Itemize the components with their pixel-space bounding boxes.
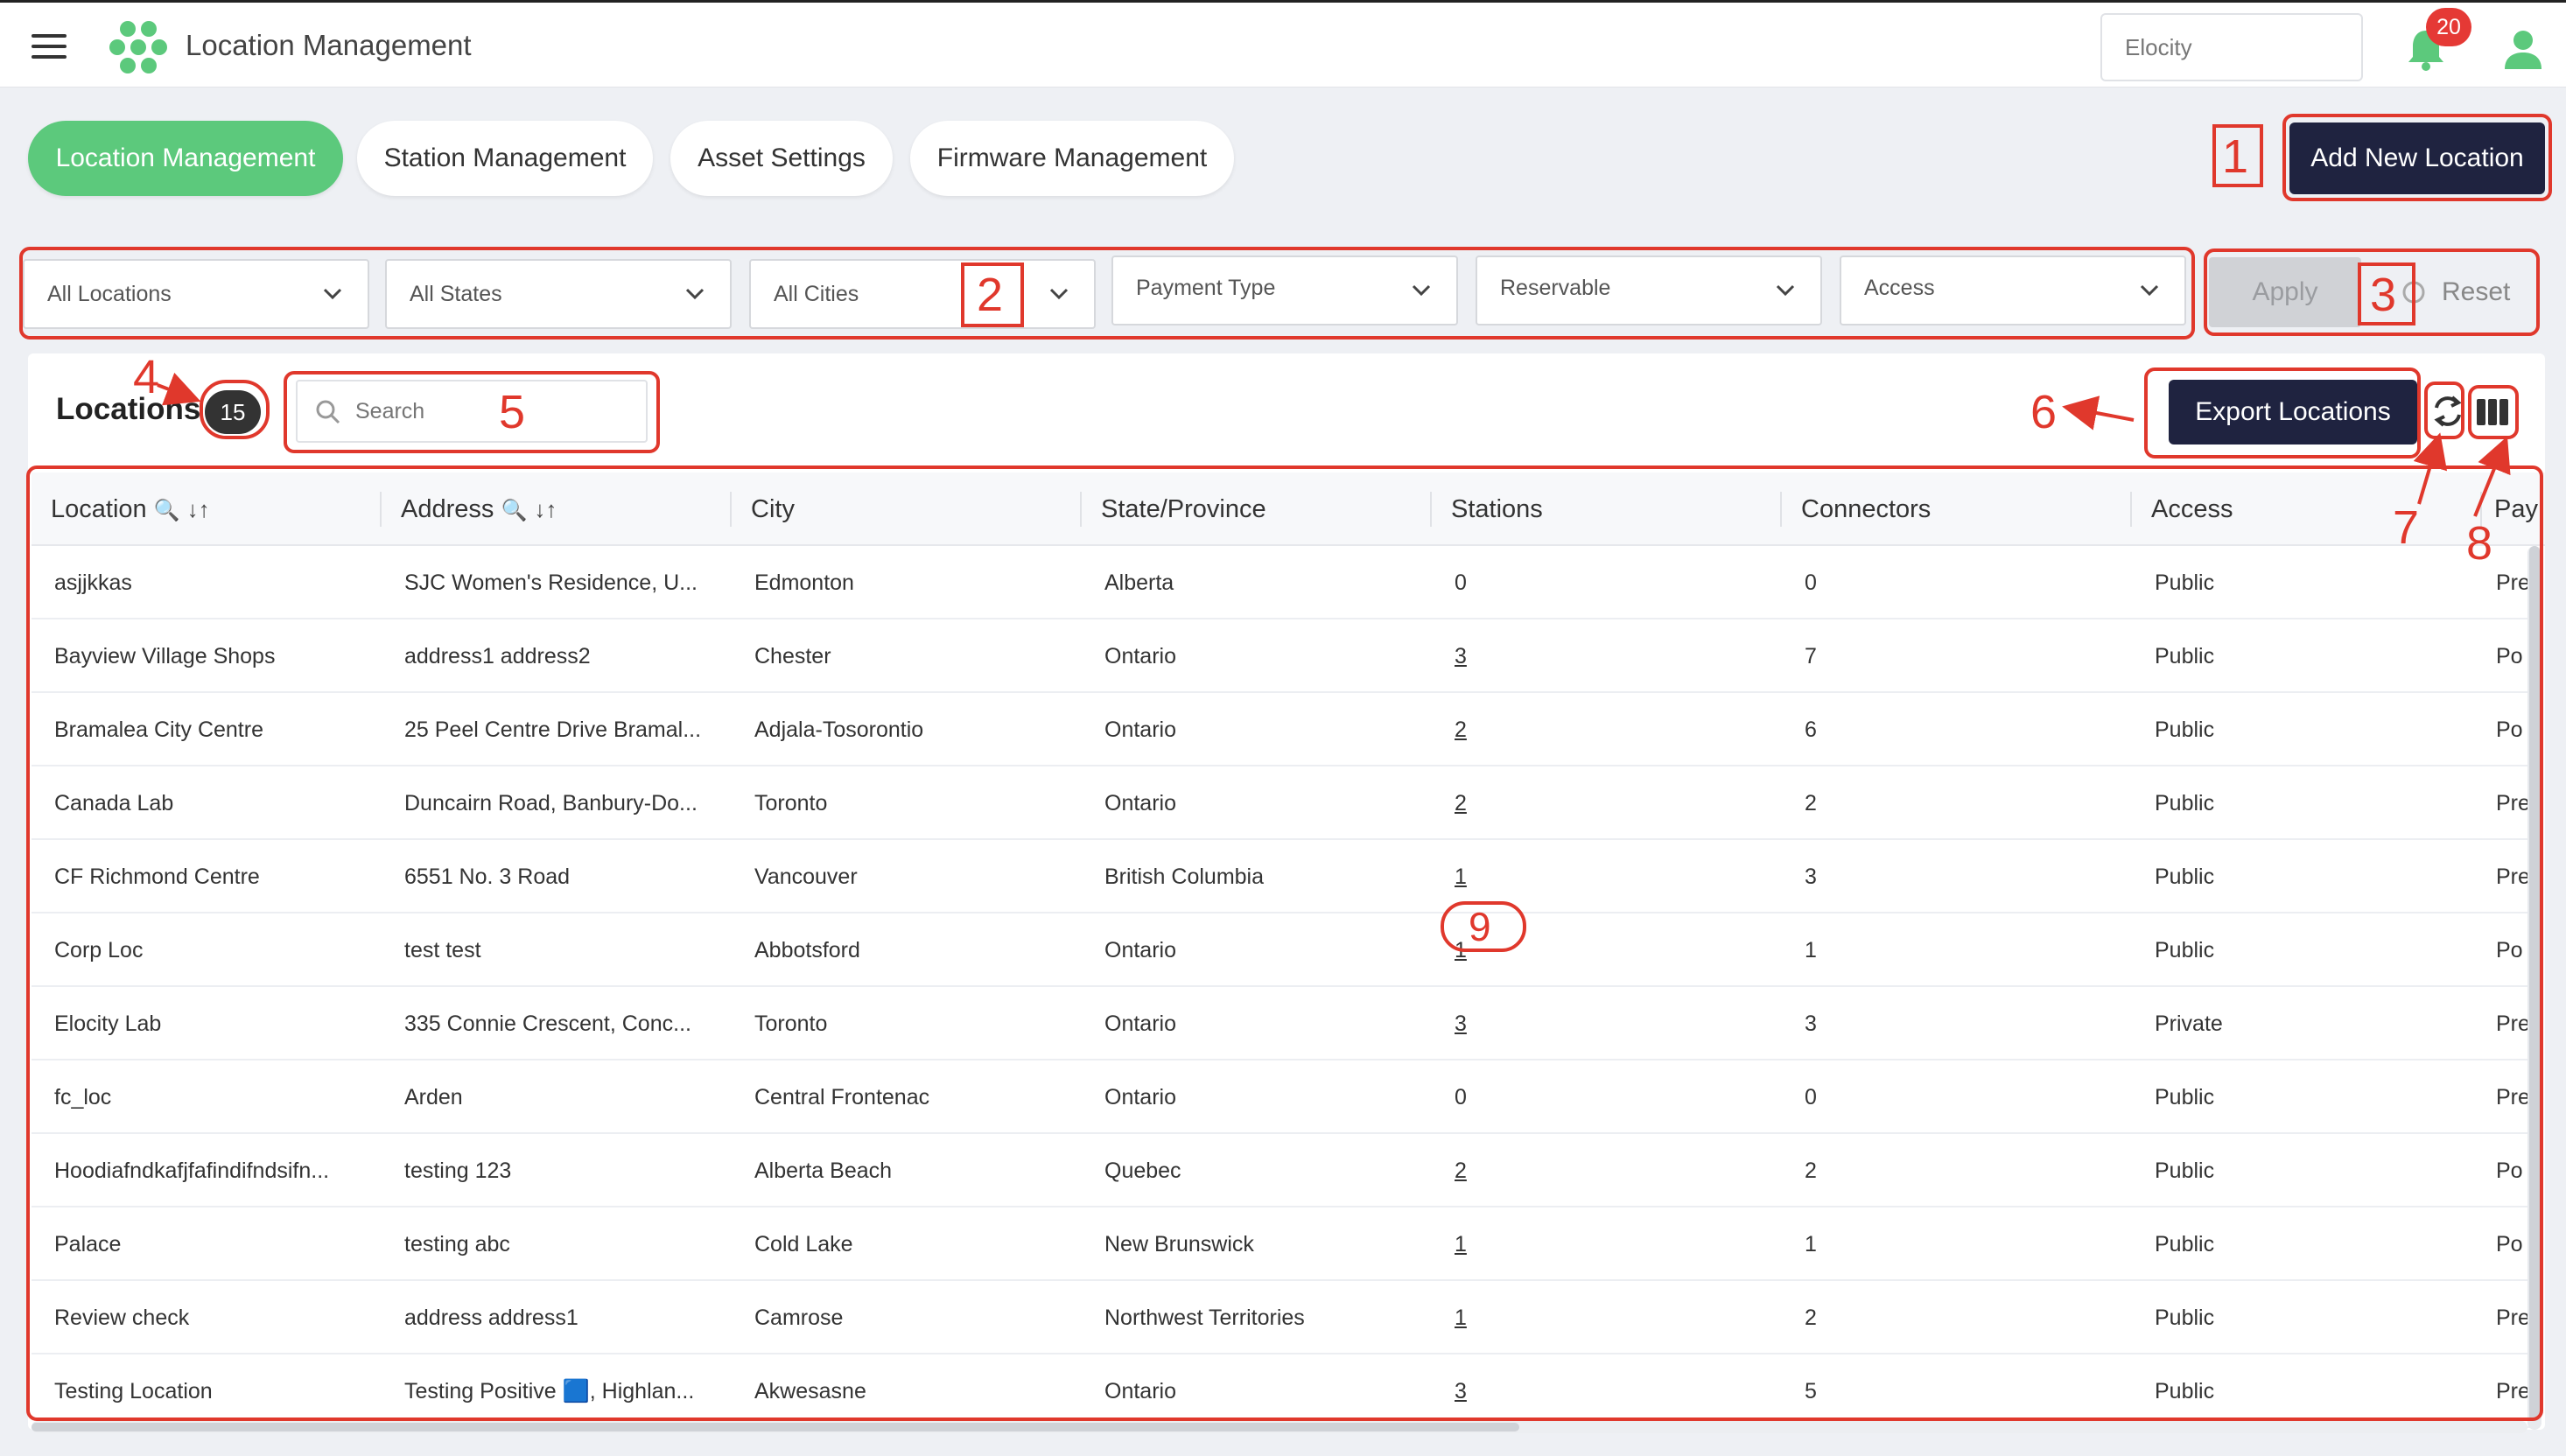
annotation-arrow-7	[2413, 432, 2448, 505]
annotation-arrow-4	[157, 372, 201, 406]
annotation-arrows	[157, 372, 2511, 517]
annotation-arrow-8	[2473, 436, 2511, 517]
annotation-arrow-6	[2062, 396, 2135, 430]
